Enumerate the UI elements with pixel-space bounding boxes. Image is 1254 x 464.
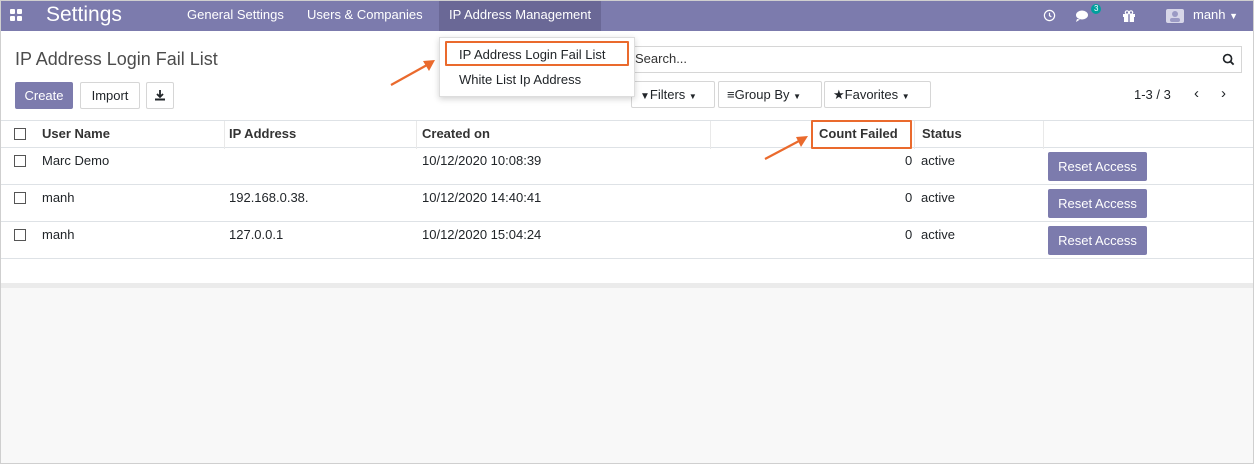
cell-user-name: manh xyxy=(42,227,75,242)
reset-access-button[interactable]: Reset Access xyxy=(1048,152,1147,181)
filters-button[interactable]: ▼Filters ▼ xyxy=(631,81,715,108)
filter-icon: ▼ xyxy=(640,91,650,102)
caret-down-icon: ▼ xyxy=(793,92,802,101)
search-input[interactable] xyxy=(635,51,1195,66)
row-checkbox[interactable] xyxy=(14,155,26,167)
cell-status: active xyxy=(921,190,955,205)
search-bar xyxy=(628,46,1242,73)
messages-chat-icon[interactable] xyxy=(1075,1,1091,31)
favorites-button[interactable]: ★Favorites ▼ xyxy=(824,81,931,108)
table-row[interactable]: manh 127.0.0.1 10/12/2020 15:04:24 0 act… xyxy=(1,222,1253,259)
select-all-checkbox[interactable] xyxy=(14,128,26,140)
cell-created-on: 10/12/2020 15:04:24 xyxy=(422,227,542,242)
highlight-count-failed xyxy=(811,120,912,149)
app-title[interactable]: Settings xyxy=(46,3,122,27)
menu-users-companies[interactable]: Users & Companies xyxy=(307,1,423,31)
menu-ip-address-management[interactable]: IP Address Management xyxy=(439,1,602,31)
pager-value[interactable]: 1-3 / 3 xyxy=(1134,87,1171,102)
cell-created-on: 10/12/2020 14:40:41 xyxy=(422,190,542,205)
menu-general-settings[interactable]: General Settings xyxy=(187,1,284,31)
table-header: User Name IP Address Created on Count Fa… xyxy=(1,120,1253,149)
column-ip-address[interactable]: IP Address xyxy=(229,126,296,141)
column-user-name[interactable]: User Name xyxy=(42,126,110,141)
filters-label: Filters xyxy=(649,87,686,102)
table-row[interactable]: Marc Demo 10/12/2020 10:08:39 0 active R… xyxy=(1,148,1253,185)
cell-user-name: Marc Demo xyxy=(42,153,110,168)
import-button[interactable]: Import xyxy=(80,82,140,109)
star-icon: ★ xyxy=(833,87,845,102)
activity-clock-icon[interactable] xyxy=(1043,1,1056,31)
empty-list-area xyxy=(1,283,1253,463)
cell-created-on: 10/12/2020 10:08:39 xyxy=(422,153,542,168)
cell-ip-address: 127.0.0.1 xyxy=(229,227,284,242)
user-menu-name[interactable]: manh ▼ xyxy=(1193,1,1238,31)
create-button[interactable]: Create xyxy=(15,82,73,109)
download-icon xyxy=(155,90,165,101)
list-lines-icon: ≡ xyxy=(727,87,735,102)
annotation-arrow-icon xyxy=(390,60,435,86)
top-navbar: Settings General Settings Users & Compan… xyxy=(1,1,1253,31)
cell-user-name: manh xyxy=(42,190,75,205)
download-button[interactable] xyxy=(146,82,174,109)
column-status[interactable]: Status xyxy=(922,126,962,141)
reset-access-button[interactable]: Reset Access xyxy=(1048,189,1147,218)
messages-count-badge: 3 xyxy=(1091,4,1102,14)
apps-menu-icon[interactable] xyxy=(10,9,24,23)
page-title: IP Address Login Fail List xyxy=(15,49,218,69)
cell-count-failed: 0 xyxy=(905,153,913,168)
table-row[interactable]: manh 192.168.0.38. 10/12/2020 14:40:41 0… xyxy=(1,185,1253,222)
chevron-down-icon: ▼ xyxy=(1229,11,1239,21)
caret-down-icon: ▼ xyxy=(901,92,910,101)
caret-down-icon: ▼ xyxy=(688,92,697,101)
reset-access-button[interactable]: Reset Access xyxy=(1048,226,1147,255)
search-icon[interactable] xyxy=(1222,53,1235,66)
cell-ip-address: 192.168.0.38. xyxy=(229,190,309,205)
group-by-label: Group By xyxy=(734,87,790,102)
favorites-label: Favorites xyxy=(844,87,899,102)
user-avatar[interactable] xyxy=(1165,1,1187,31)
row-checkbox[interactable] xyxy=(14,229,26,241)
row-checkbox[interactable] xyxy=(14,192,26,204)
pager-next-icon[interactable]: › xyxy=(1221,85,1226,102)
user-name-label: manh xyxy=(1193,7,1226,22)
group-by-button[interactable]: ≡Group By ▼ xyxy=(718,81,822,108)
menu-item-white-list[interactable]: White List Ip Address xyxy=(459,72,581,87)
cell-count-failed: 0 xyxy=(905,227,913,242)
pager-previous-icon[interactable]: ‹ xyxy=(1194,85,1199,102)
cell-status: active xyxy=(921,153,955,168)
highlight-login-fail-list xyxy=(445,41,629,66)
cell-count-failed: 0 xyxy=(905,190,913,205)
column-created-on[interactable]: Created on xyxy=(422,126,490,141)
gift-icon[interactable] xyxy=(1122,1,1136,31)
annotation-arrow-icon xyxy=(764,136,808,160)
cell-status: active xyxy=(921,227,955,242)
